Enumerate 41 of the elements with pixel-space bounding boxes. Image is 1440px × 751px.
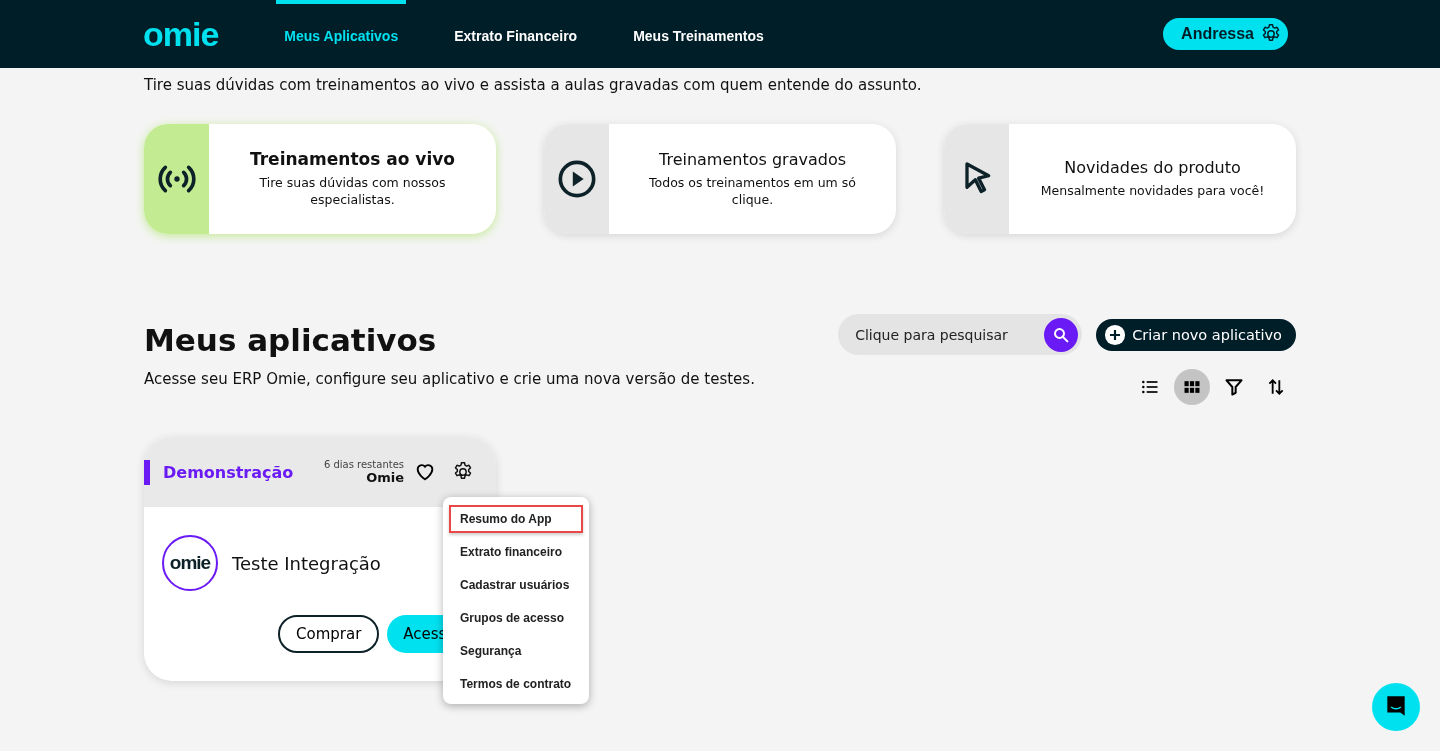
card-title: Treinamentos ao vivo	[250, 149, 455, 170]
remaining-days: 6 dias restantes	[323, 459, 404, 470]
search-field[interactable]: Clique para pesquisar	[853, 325, 1045, 344]
search-bar[interactable]: Clique para pesquisar	[838, 314, 1083, 355]
sort-icon	[1266, 377, 1286, 397]
nav-link[interactable]: Meus Treinamentos	[625, 0, 772, 68]
buy-button[interactable]: Comprar	[278, 615, 380, 653]
card-description: Mensalmente novidades para você!	[1040, 183, 1265, 200]
card-title: Treinamentos gravados	[659, 149, 846, 169]
section-title: Meus aplicativos	[144, 322, 438, 358]
logo[interactable]: omie	[143, 14, 219, 54]
create-button[interactable]: Criar novo aplicativo	[1096, 318, 1296, 351]
play-icon	[556, 159, 597, 199]
app-name: Teste Integração	[232, 552, 381, 574]
nav-link[interactable]: Meus Aplicativos	[276, 0, 407, 68]
user-button[interactable]: Andressa	[1163, 18, 1288, 50]
intro-text: Tire suas dúvidas com treinamentos ao vivo e assista a aulas gravadas com quem entende do assunto.	[144, 76, 923, 94]
heart-icon[interactable]	[414, 461, 436, 483]
app-logo: omie	[162, 535, 218, 591]
view-button[interactable]	[1174, 369, 1210, 405]
menu-item[interactable]: Resumo do App	[449, 505, 583, 533]
menu-item[interactable]: Extrato financeiro	[449, 538, 583, 566]
training-card[interactable]: Novidades do produto Mensalmente novidades para você!	[944, 124, 1296, 234]
owner-name: Omie	[366, 470, 404, 485]
menu-item[interactable]: Segurança	[449, 637, 583, 665]
menu-item[interactable]: Grupos de acesso	[449, 604, 583, 632]
training-card[interactable]: Treinamentos ao vivo Tire suas dúvidas com nossos especialistas.	[144, 124, 496, 234]
status-label: Demonstração	[144, 459, 324, 485]
search-button[interactable]	[1044, 317, 1079, 352]
plus-icon	[1104, 323, 1127, 346]
filter-icon	[1224, 377, 1244, 397]
chat-button[interactable]	[1372, 683, 1420, 731]
card-title: Novidades do produto	[1064, 158, 1241, 178]
search-icon	[1052, 325, 1071, 344]
card-description: Tire suas dúvidas com nossos especialistas.	[258, 175, 447, 209]
card-description: Todos os treinamentos em um só clique.	[648, 174, 857, 209]
section-subtitle: Acesse seu ERP Omie, configure seu aplicativo e crie uma nova versão de testes.	[144, 370, 755, 388]
menu-item[interactable]: Termos de contrato	[449, 670, 583, 698]
menu-item[interactable]: Cadastrar usuários	[449, 571, 583, 599]
training-card[interactable]: Treinamentos gravados Todos os treinamentos em um só clique.	[544, 124, 896, 234]
nav-link[interactable]: Extrato Financeiro	[446, 0, 586, 68]
